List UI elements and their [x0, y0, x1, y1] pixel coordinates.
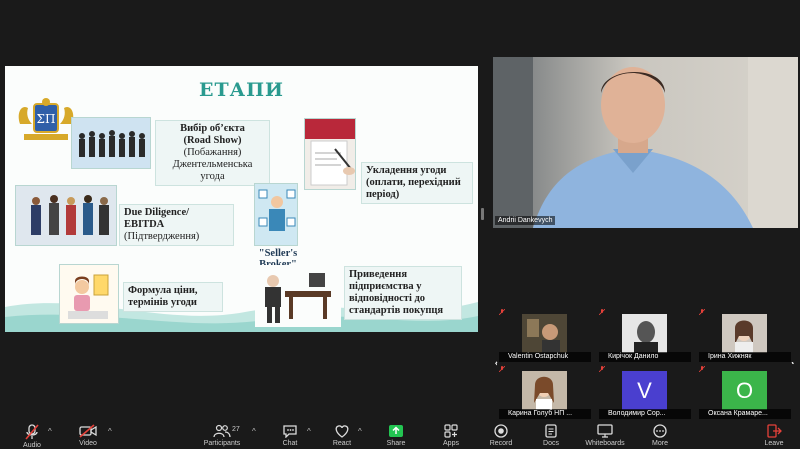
- participant-tile[interactable]: O Оксана Крамаре...: [697, 364, 793, 419]
- record-icon: [494, 424, 508, 438]
- more-button[interactable]: More: [640, 424, 680, 447]
- participant-tile[interactable]: Ірина Хижняк: [697, 307, 793, 362]
- leave-button[interactable]: Leave: [754, 424, 794, 447]
- price-formula-picture: [59, 264, 119, 324]
- muted-mic-icon: [699, 366, 705, 372]
- participants-icon: [213, 424, 231, 438]
- meeting-window: ЕТАПИ ΣΠ Вибір об’єкта (Road Show) (Поба…: [0, 0, 800, 449]
- stopped-video-icon: [79, 424, 97, 438]
- record-button[interactable]: Record: [481, 424, 521, 447]
- muted-mic-icon: [699, 309, 705, 315]
- video-options-caret[interactable]: ^: [108, 427, 112, 436]
- chat-options-caret[interactable]: ^: [307, 427, 311, 436]
- react-options-caret[interactable]: ^: [358, 427, 362, 436]
- muted-mic-icon: [499, 309, 505, 315]
- docs-button[interactable]: Docs: [531, 424, 571, 447]
- chat-button[interactable]: Chat: [270, 424, 310, 447]
- university-logo: ΣΠ: [18, 98, 74, 140]
- video-button[interactable]: Video: [68, 424, 108, 447]
- more-icon: [653, 424, 667, 438]
- heart-icon: [335, 425, 349, 438]
- apps-icon: [444, 424, 458, 438]
- active-speaker-video[interactable]: Andrii Dankevych: [493, 57, 798, 228]
- participant-tile[interactable]: Valentin Ostapchuk: [497, 307, 593, 362]
- whiteboard-icon: [597, 424, 613, 438]
- sellers-broker-picture: [254, 183, 298, 246]
- agreement-picture: [304, 118, 356, 190]
- shared-slide: ЕТАПИ ΣΠ Вибір об’єкта (Road Show) (Поба…: [5, 66, 478, 332]
- react-button[interactable]: React: [322, 424, 362, 447]
- muted-microphone-icon: [25, 424, 39, 440]
- logo-letters: ΣΠ: [37, 112, 56, 126]
- participant-tile[interactable]: Карина Голуб НП ...: [497, 364, 593, 419]
- price-formula-caption: Формула ціни, термінів угоди: [123, 282, 223, 312]
- participant-gallery: Valentin Ostapchuk Кирічок Данило Ірина …: [497, 307, 793, 419]
- participants-count: 27: [232, 426, 240, 433]
- meeting-toolbar: Audio ^ Video ^ Participants 27 ^ Chat ^…: [0, 420, 800, 449]
- speaker-video-frame: [493, 57, 798, 228]
- participant-name: Кирічок Данило: [599, 352, 691, 362]
- participant-video: [622, 314, 667, 353]
- share-screen-icon: [389, 425, 403, 437]
- participant-video: [722, 314, 767, 353]
- apps-button[interactable]: Apps: [431, 424, 471, 447]
- split-view-handle[interactable]: [481, 208, 484, 220]
- due-diligence-picture: [15, 185, 117, 246]
- participant-name: Карина Голуб НП ...: [499, 409, 591, 419]
- participant-avatar: V: [622, 371, 667, 410]
- docs-icon: [545, 424, 557, 438]
- participant-name: Оксана Крамаре...: [699, 409, 791, 419]
- muted-mic-icon: [499, 366, 505, 372]
- participant-tile[interactable]: V Володимир Сор...: [597, 364, 693, 419]
- due-diligence-caption: Due Diligence/ EBITDA (Підтвердження): [119, 204, 234, 246]
- agreement-caption: Укладення угоди (оплати, перехідний пері…: [361, 162, 473, 204]
- leave-icon: [767, 424, 782, 438]
- adaptation-picture: [255, 265, 341, 327]
- muted-mic-icon: [599, 309, 605, 315]
- share-button[interactable]: Share: [376, 424, 416, 447]
- participant-name: Володимир Сор...: [599, 409, 691, 419]
- participant-tile[interactable]: Кирічок Данило: [597, 307, 693, 362]
- speaker-name-tag: Andrii Dankevych: [495, 216, 556, 225]
- participant-video: [522, 314, 567, 353]
- participant-name: Valentin Ostapchuk: [499, 352, 591, 362]
- participant-avatar: O: [722, 371, 767, 410]
- muted-mic-icon: [599, 366, 605, 372]
- road-show-caption: Вибір об’єкта (Road Show) (Побажання) Дж…: [155, 120, 270, 186]
- participants-options-caret[interactable]: ^: [252, 427, 256, 436]
- adaptation-caption: Приведення підприємства у відповідності …: [344, 266, 462, 320]
- chat-icon: [283, 425, 297, 438]
- whiteboards-button[interactable]: Whiteboards: [585, 424, 625, 447]
- road-show-picture: [71, 117, 151, 169]
- audio-button[interactable]: Audio: [12, 424, 52, 449]
- participant-name: Ірина Хижняк: [699, 352, 791, 362]
- participant-video: [522, 371, 567, 410]
- audio-options-caret[interactable]: ^: [48, 427, 52, 436]
